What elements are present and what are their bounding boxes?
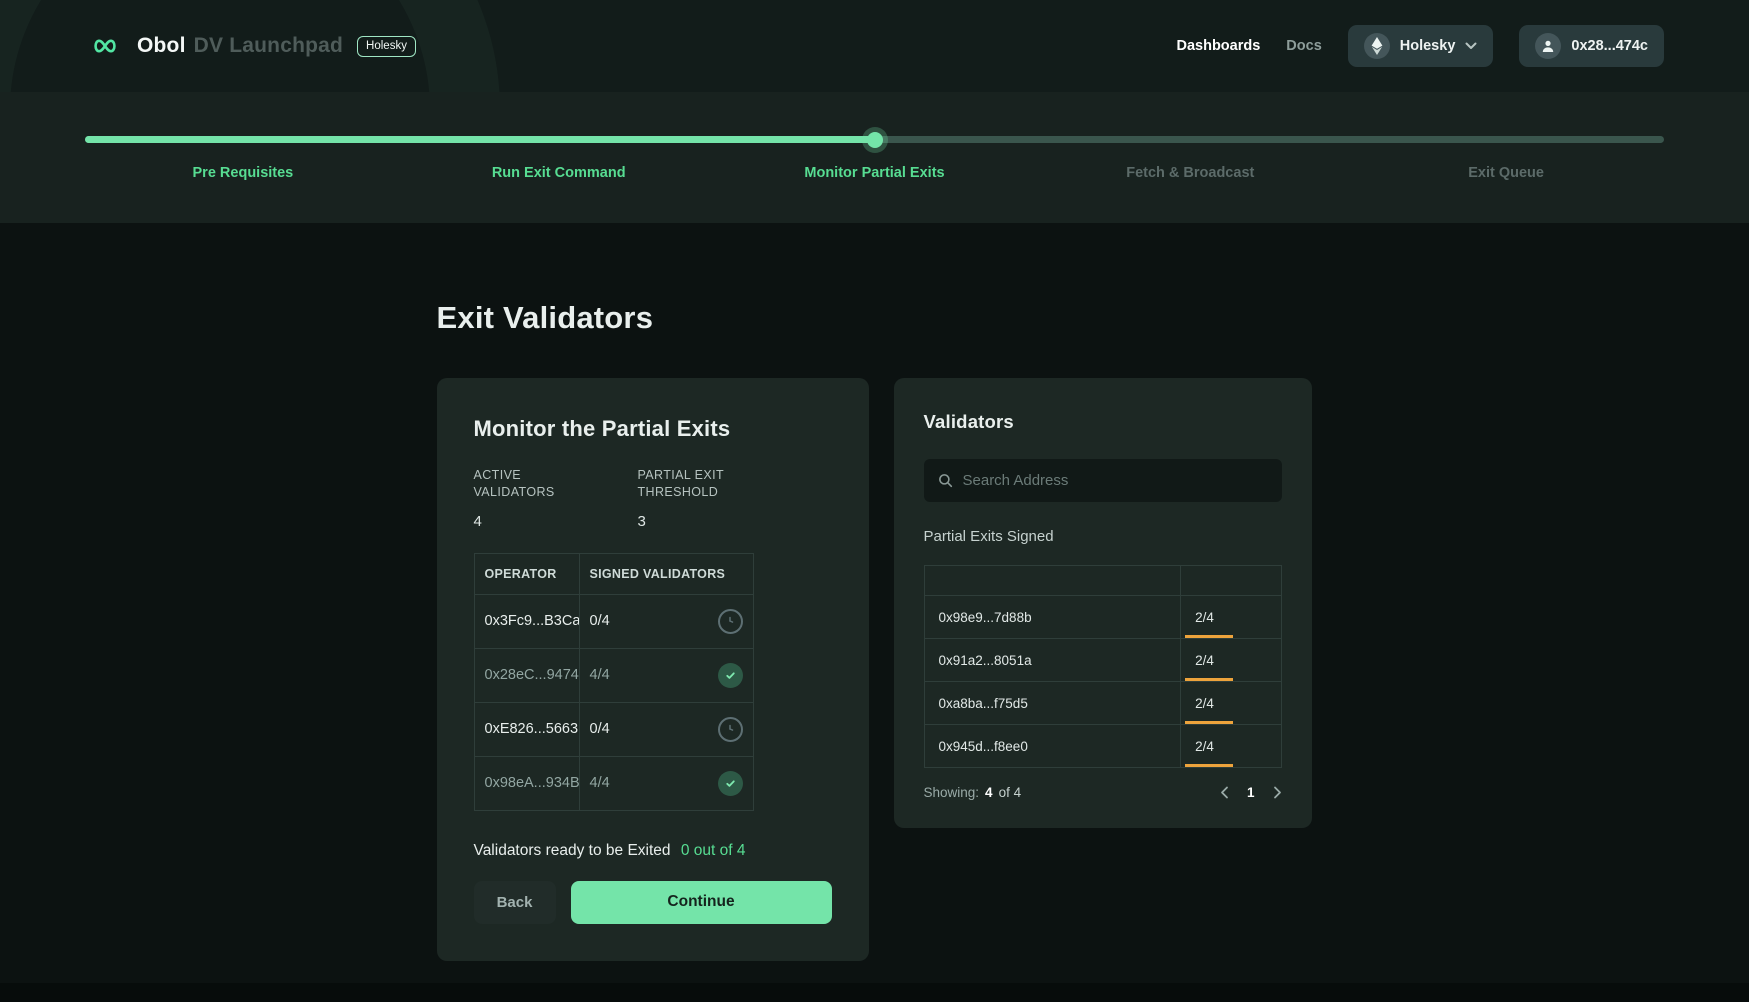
network-selector-button[interactable]: Holesky [1348, 25, 1494, 67]
step-pre-requisites: Pre Requisites [85, 165, 401, 181]
table-row: 0x98e9...7d88b 2/4 [924, 596, 1281, 639]
operators-table: OPERATOR SIGNED VALIDATORS 0x3Fc9...B3Ca… [474, 553, 754, 811]
back-button[interactable]: Back [474, 881, 556, 924]
partial-exits-signed-label: Partial Exits Signed [924, 528, 1282, 545]
stepper-progress-fill [85, 136, 875, 143]
validators-ready-status: Validators ready to be Exited 0 out of 4 [474, 842, 832, 860]
top-nav: Obol DV Launchpad Holesky Dashboards Doc… [0, 0, 1749, 92]
signed-count: 2/4 [1195, 653, 1214, 668]
nav-link-docs[interactable]: Docs [1286, 38, 1321, 54]
stepper-current-dot [867, 132, 883, 148]
continue-button[interactable]: Continue [571, 881, 832, 924]
page-title: Exit Validators [437, 300, 1313, 336]
validator-address: 0x91a2...8051a [924, 639, 1181, 682]
brand-title: Obol [137, 34, 186, 58]
validator-address: 0xa8ba...f75d5 [924, 682, 1181, 725]
signed-count: 2/4 [1195, 696, 1214, 711]
monitor-card-title: Monitor the Partial Exits [474, 416, 832, 442]
search-address-input[interactable] [963, 472, 1268, 489]
current-page-number: 1 [1247, 785, 1255, 800]
step-exit-queue: Exit Queue [1348, 165, 1664, 181]
operators-table-header: OPERATOR SIGNED VALIDATORS [474, 553, 753, 594]
next-page-button[interactable] [1273, 786, 1282, 799]
wallet-account-button[interactable]: 0x28...474c [1519, 25, 1664, 67]
nav-link-dashboards[interactable]: Dashboards [1176, 38, 1260, 54]
step-run-exit-command: Run Exit Command [401, 165, 717, 181]
step-monitor-partial-exits: Monitor Partial Exits [717, 165, 1033, 181]
validator-address: 0x98e9...7d88b [924, 596, 1181, 639]
prev-page-button[interactable] [1220, 786, 1229, 799]
stat-active-validators: ACTIVE VALIDATORS 4 [474, 467, 638, 530]
search-address-box [924, 459, 1282, 502]
table-row: 0xa8ba...f75d5 2/4 [924, 682, 1281, 725]
signed-count: 2/4 [1195, 610, 1214, 625]
network-selector-label: Holesky [1400, 38, 1456, 54]
table-row: 0x3Fc9...B3Ca 0/4 [474, 594, 753, 648]
bottom-strip [0, 983, 1749, 1002]
pagination: 1 [1220, 785, 1282, 800]
stat-partial-exit-threshold: PARTIAL EXIT THRESHOLD 3 [638, 467, 802, 530]
ethereum-icon [1364, 33, 1390, 59]
validators-table: 0x98e9...7d88b 2/4 0x91a2...8051a 2/4 [924, 565, 1282, 768]
validators-card-title: Validators [924, 411, 1282, 433]
pending-clock-icon [718, 609, 743, 634]
stepper-track [85, 136, 1664, 143]
table-row: 0x91a2...8051a 2/4 [924, 639, 1281, 682]
brand-group: Obol DV Launchpad Holesky [85, 34, 416, 58]
table-row: 0xE826...5663 0/4 [474, 702, 753, 756]
search-icon [938, 473, 953, 488]
col-operator: OPERATOR [474, 553, 579, 594]
progress-stepper: Pre Requisites Run Exit Command Monitor … [0, 92, 1749, 223]
account-person-icon [1535, 33, 1561, 59]
stepper-labels: Pre Requisites Run Exit Command Monitor … [85, 165, 1664, 181]
monitor-partial-exits-card: Monitor the Partial Exits ACTIVE VALIDAT… [437, 378, 869, 961]
ready-count: 0 out of 4 [681, 842, 746, 859]
signed-check-icon [718, 663, 743, 688]
brand-subtitle: DV Launchpad [194, 34, 343, 58]
wallet-address-label: 0x28...474c [1571, 38, 1648, 54]
nav-actions: Dashboards Docs Holesky [1176, 25, 1664, 67]
main-content: Exit Validators Monitor the Partial Exit… [0, 223, 1749, 961]
step-fetch-broadcast: Fetch & Broadcast [1032, 165, 1348, 181]
table-row: 0x98eA...934B 4/4 [474, 756, 753, 810]
table-row: 0x945d...f8ee0 2/4 [924, 725, 1281, 768]
signed-progress-bar [1185, 764, 1233, 767]
pending-clock-icon [718, 717, 743, 742]
chevron-down-icon [1465, 42, 1477, 50]
col-signed-validators: SIGNED VALIDATORS [579, 553, 753, 594]
validators-card: Validators Partial Exits Signed [894, 378, 1312, 828]
validator-address: 0x945d...f8ee0 [924, 725, 1181, 768]
showing-summary: Showing: 4 of 4 [924, 785, 1022, 800]
validators-table-header [924, 566, 1281, 596]
signed-count: 2/4 [1195, 739, 1214, 754]
stats-row: ACTIVE VALIDATORS 4 PARTIAL EXIT THRESHO… [474, 467, 832, 530]
signed-check-icon [718, 771, 743, 796]
network-badge: Holesky [357, 36, 416, 57]
obol-infinity-logo-icon [85, 34, 125, 58]
table-row: 0x28eC...9474 4/4 [474, 648, 753, 702]
